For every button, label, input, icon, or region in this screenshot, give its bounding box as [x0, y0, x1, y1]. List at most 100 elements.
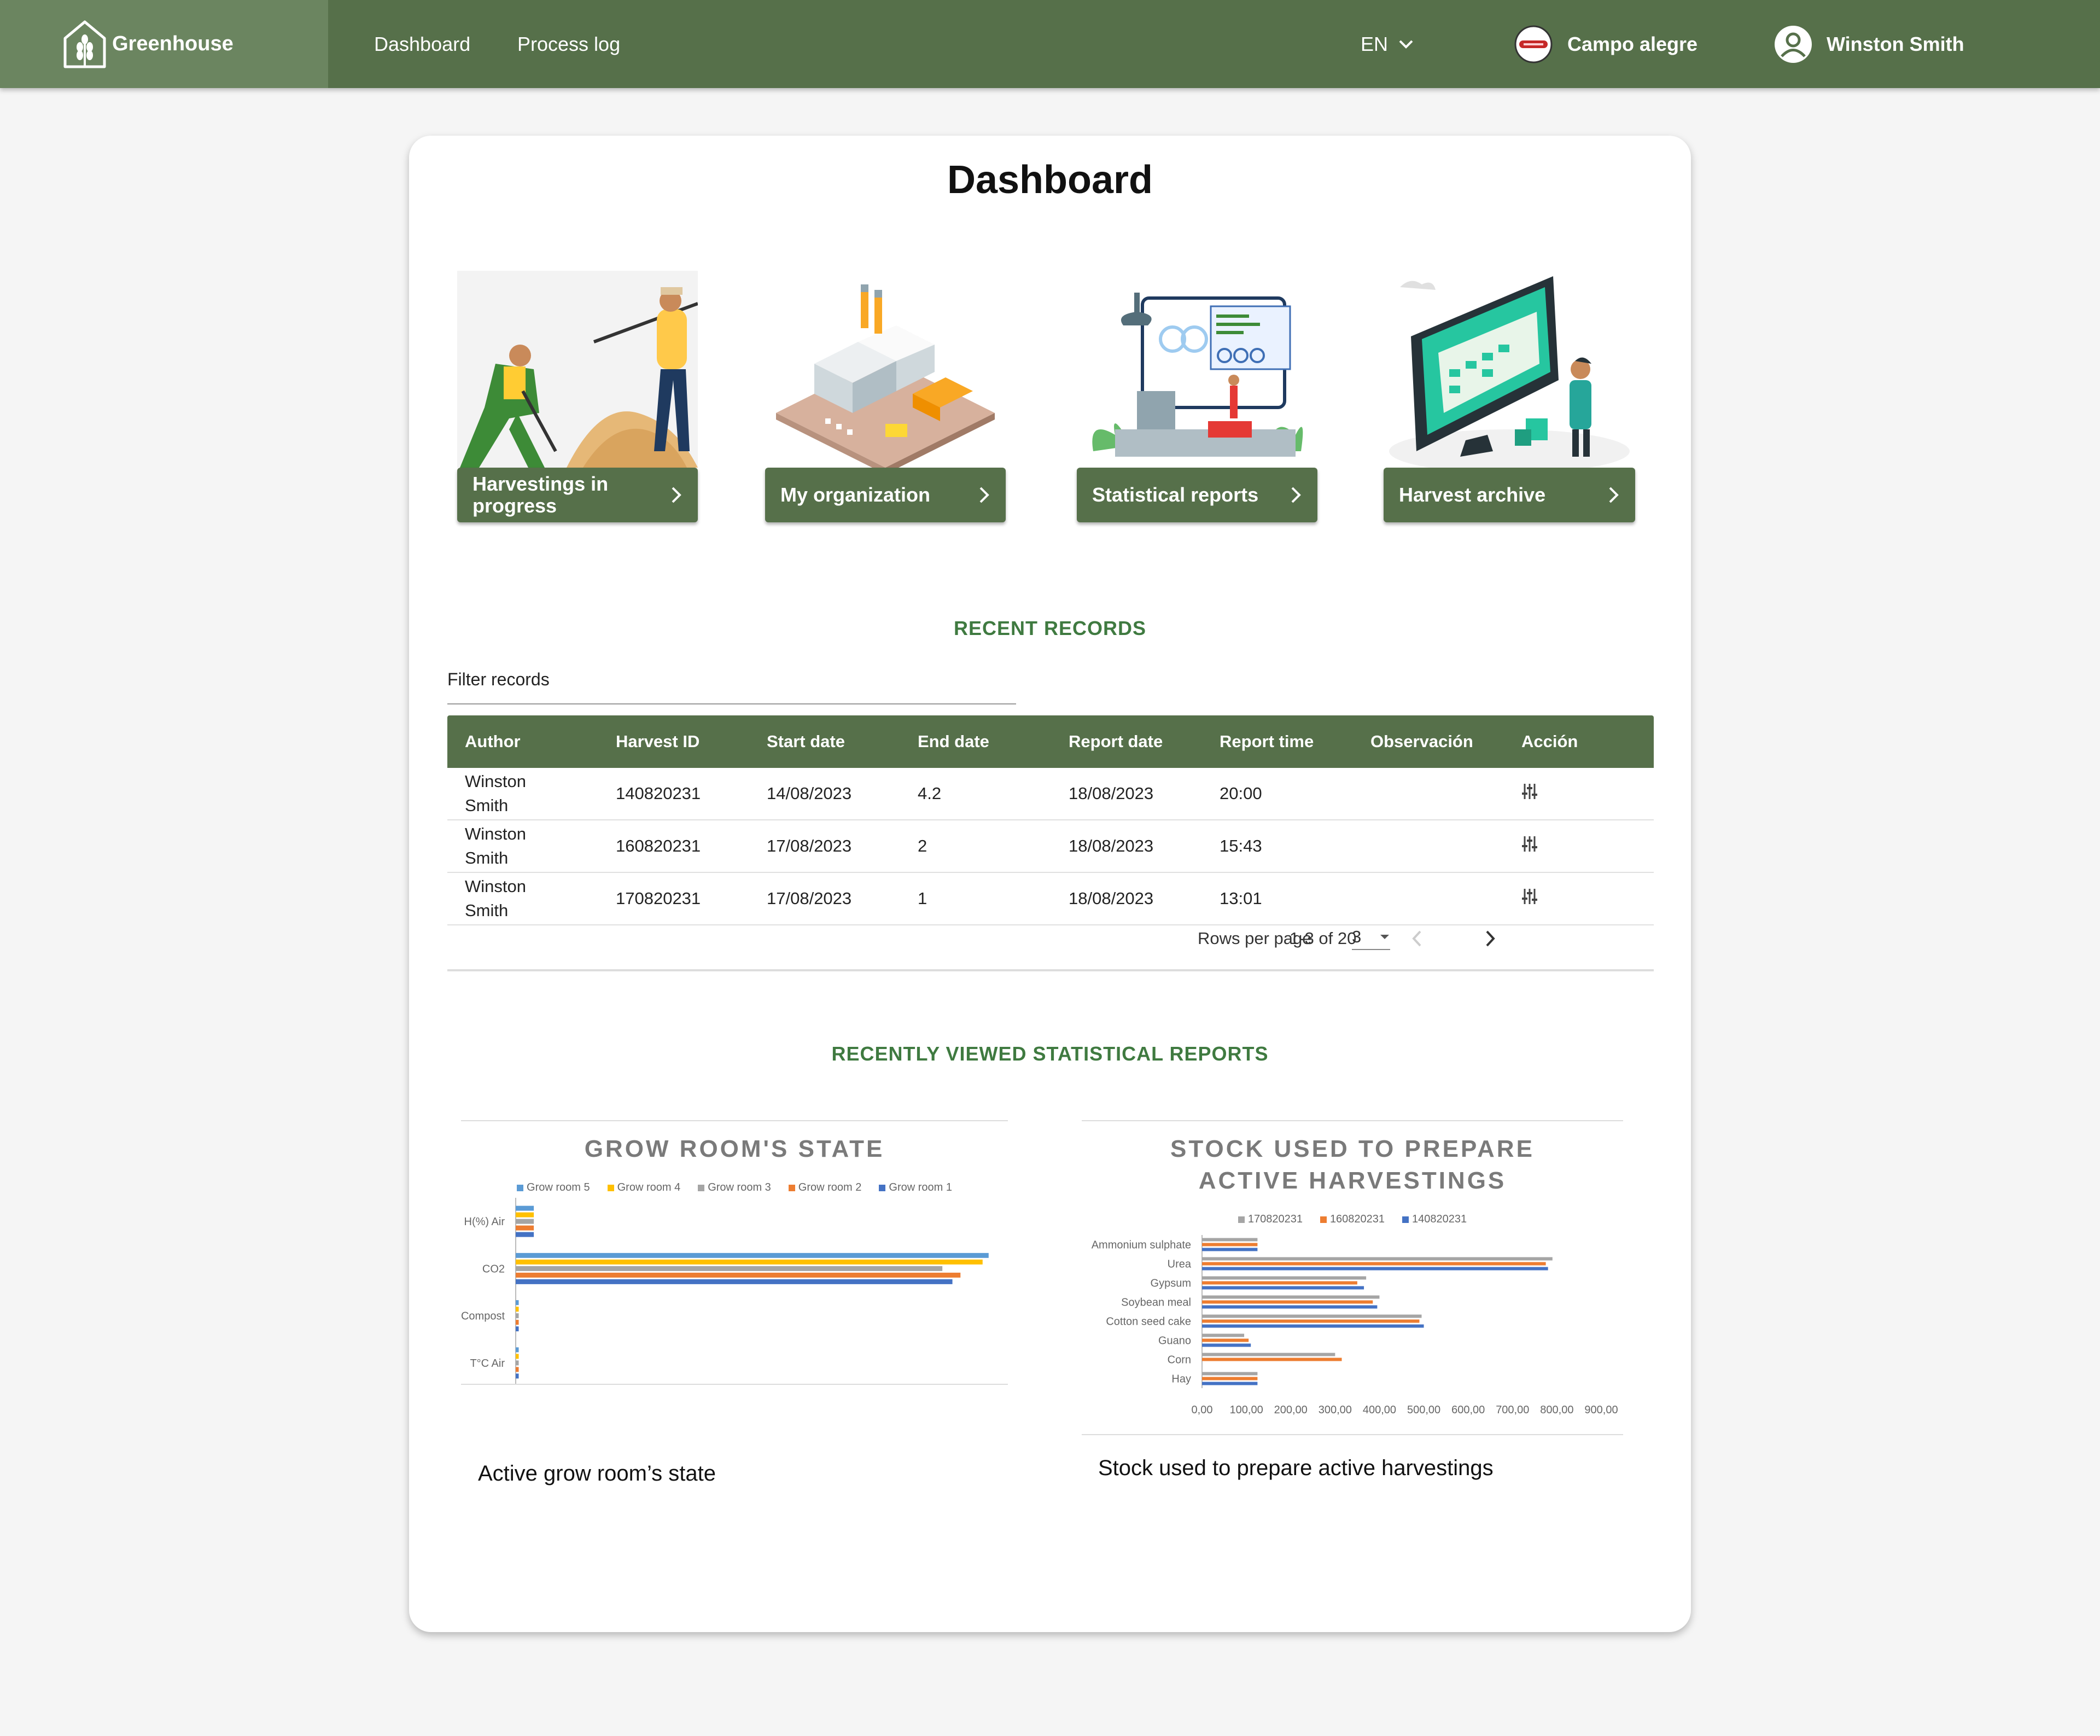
row-action[interactable] — [1504, 888, 1641, 910]
x-tick-label: 500,00 — [1407, 1404, 1440, 1416]
table-header: Author Harvest ID Start date End date Re… — [447, 715, 1654, 768]
chevron-right-icon — [1291, 487, 1301, 503]
legend-label: 160820231 — [1329, 1213, 1385, 1225]
cell-harvest-id: 160820231 — [616, 836, 701, 855]
legend-label: Grow room 2 — [798, 1181, 862, 1193]
bar — [1202, 1257, 1553, 1261]
category-label: Cotton seed cake — [1106, 1316, 1191, 1328]
x-tick-label: 100,00 — [1230, 1404, 1263, 1416]
legend-swatch — [1238, 1216, 1245, 1223]
col-start-date[interactable]: Start date — [749, 732, 900, 752]
bar — [1202, 1300, 1373, 1304]
cell-end-date: 2 — [918, 836, 928, 855]
organization-logo-icon — [1514, 25, 1553, 63]
legend-label: Grow room 1 — [889, 1181, 952, 1193]
cell-author: Winston Smith — [465, 824, 526, 867]
user-menu[interactable]: Winston Smith — [1774, 0, 1964, 88]
brand-logo[interactable]: Greenhouse — [0, 0, 328, 88]
col-report-date[interactable]: Report date — [1051, 732, 1202, 752]
previous-page-icon[interactable] — [1411, 929, 1423, 948]
legend-item: 160820231 — [1320, 1213, 1385, 1226]
stock-chart[interactable]: STOCK USED TO PREPARE ACTIVE HARVESTINGS… — [1082, 1120, 1623, 1435]
category-label: Hay — [1171, 1373, 1191, 1385]
user-avatar-icon — [1775, 25, 1812, 63]
table-row: Winston Smith 160820231 17/08/2023 2 18/… — [447, 820, 1654, 873]
cell-report-time: 20:00 — [1220, 784, 1262, 803]
col-author[interactable]: Author — [447, 730, 598, 754]
grow-room-chart[interactable]: GROW ROOM'S STATE Grow room 5 Grow room 4… — [461, 1120, 1008, 1385]
chevron-right-icon — [672, 487, 681, 503]
x-tick-label: 700,00 — [1496, 1404, 1529, 1416]
cell-report-date: 18/08/2023 — [1069, 784, 1154, 803]
greenhouse-logo-icon — [63, 20, 106, 68]
legend-swatch — [1320, 1216, 1327, 1223]
my-organization-button[interactable]: My organization — [765, 468, 1006, 522]
bar — [1202, 1343, 1251, 1347]
cell-end-date: 4.2 — [918, 784, 942, 803]
x-tick-label: 0,00 — [1192, 1404, 1213, 1416]
bar — [516, 1354, 519, 1359]
rows-per-page-select[interactable]: 3 — [1352, 927, 1390, 950]
category-label: Ammonium sulphate — [1092, 1239, 1191, 1251]
legend-swatch — [607, 1184, 614, 1191]
row-action[interactable] — [1504, 783, 1641, 805]
statistical-reports-button[interactable]: Statistical reports — [1077, 468, 1317, 522]
recent-records-title: RECENT RECORDS — [953, 617, 1147, 639]
harvestings-in-progress-label: Harvestings in progress — [472, 473, 609, 517]
cell-harvest-id: 140820231 — [616, 784, 701, 803]
tune-sliders-icon[interactable] — [1521, 783, 1538, 800]
legend-label: Grow room 5 — [527, 1181, 590, 1193]
x-tick-label: 800,00 — [1540, 1404, 1573, 1416]
cell-harvest-id: 170820231 — [616, 889, 701, 908]
bar — [1202, 1286, 1364, 1290]
category-label: Soybean meal — [1121, 1297, 1191, 1309]
chart-title: GROW ROOM'S STATE — [584, 1135, 885, 1162]
nav-dashboard[interactable]: Dashboard — [374, 0, 470, 88]
x-tick-label: 600,00 — [1451, 1404, 1485, 1416]
legend-swatch — [517, 1184, 524, 1191]
row-action[interactable] — [1504, 835, 1641, 857]
reports-illustration — [1092, 293, 1303, 457]
bar — [516, 1205, 534, 1211]
brand-name: Greenhouse — [112, 32, 234, 55]
filter-records-input[interactable]: Filter records — [447, 667, 1016, 704]
bar — [1202, 1267, 1548, 1271]
bar — [1202, 1319, 1420, 1323]
cell-report-time: 15:43 — [1220, 836, 1262, 855]
next-page-icon[interactable] — [1484, 929, 1496, 948]
statistical-reports-title: RECENTLY VIEWED STATISTICAL REPORTS — [831, 1042, 1269, 1065]
bar — [516, 1225, 534, 1231]
col-observacion[interactable]: Observación — [1353, 732, 1504, 752]
organization-selector[interactable]: Campo alegre — [1514, 0, 1698, 88]
bar — [1202, 1382, 1258, 1385]
bar — [1202, 1243, 1258, 1246]
harvestings-in-progress-button[interactable]: Harvestings in progress — [457, 468, 698, 522]
bar — [1202, 1248, 1258, 1251]
col-harvest-id[interactable]: Harvest ID — [598, 732, 749, 752]
x-tick-label: 200,00 — [1274, 1404, 1308, 1416]
harvest-archive-button[interactable]: Harvest archive — [1384, 468, 1635, 522]
cell-start-date: 14/08/2023 — [767, 784, 852, 803]
cell-start-date: 17/08/2023 — [767, 889, 852, 908]
legend-item: 140820231 — [1402, 1213, 1467, 1226]
bar — [516, 1279, 953, 1284]
nav-process-log[interactable]: Process log — [517, 0, 620, 88]
legend-item: Grow room 2 — [788, 1181, 862, 1194]
tune-sliders-icon[interactable] — [1521, 835, 1538, 853]
tune-sliders-icon[interactable] — [1521, 888, 1538, 905]
legend-label: 170820231 — [1247, 1213, 1303, 1225]
bar — [516, 1307, 519, 1312]
legend-label: Grow room 3 — [708, 1181, 771, 1193]
nav-process-log-label: Process log — [517, 32, 621, 55]
language-selector[interactable]: EN — [1361, 0, 1414, 88]
factory-illustration — [776, 284, 995, 468]
cell-report-time: 13:01 — [1220, 889, 1262, 908]
bar — [516, 1253, 989, 1258]
my-organization-label: My organization — [780, 483, 931, 506]
legend-label: Grow room 4 — [617, 1181, 681, 1193]
col-end-date[interactable]: End date — [900, 732, 1051, 752]
top-bar: Greenhouse Dashboard Process log EN Camp… — [0, 0, 2100, 88]
user-name: Winston Smith — [1827, 32, 1964, 55]
col-report-time[interactable]: Report time — [1202, 732, 1353, 752]
legend-item: Grow room 3 — [698, 1181, 771, 1194]
